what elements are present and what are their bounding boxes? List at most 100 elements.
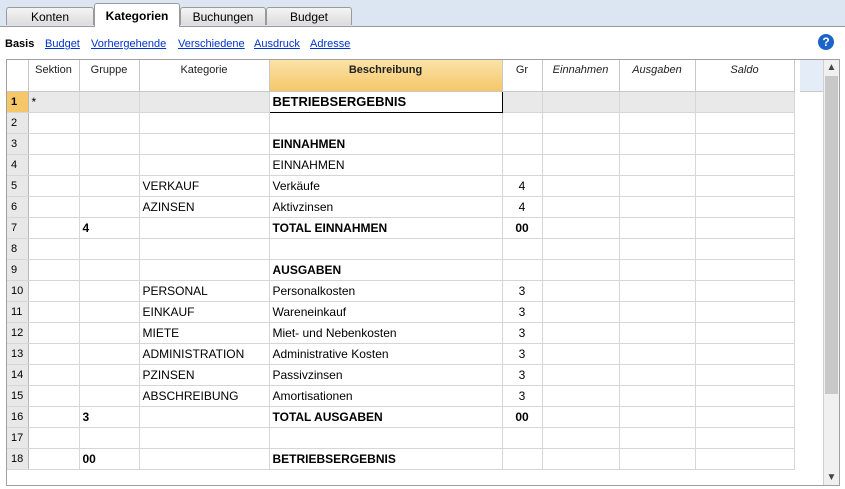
- cell-kategorie[interactable]: [139, 112, 270, 134]
- scroll-down-icon[interactable]: ▼: [824, 470, 839, 485]
- cell-kategorie[interactable]: AZINSEN: [139, 196, 270, 218]
- cell-gr[interactable]: 3: [502, 364, 543, 386]
- cell-gr[interactable]: [502, 91, 543, 113]
- cell-saldo[interactable]: [695, 175, 795, 197]
- cell-ausgaben[interactable]: [619, 448, 696, 470]
- table-row[interactable]: 17: [7, 427, 795, 449]
- row-number[interactable]: 7: [7, 217, 29, 239]
- view-link-budget[interactable]: Budget: [45, 38, 80, 50]
- table-row[interactable]: 6 AZINSEN Aktivzinsen 4: [7, 196, 795, 218]
- table-row[interactable]: 10 PERSONAL Personalkosten 3: [7, 280, 795, 302]
- cell-kategorie[interactable]: [139, 427, 270, 449]
- vertical-scrollbar[interactable]: ▲ ▼: [823, 60, 839, 485]
- cell-gruppe[interactable]: 4: [79, 217, 140, 239]
- header-gr[interactable]: Gr: [502, 60, 543, 92]
- cell-gr[interactable]: 00: [502, 217, 543, 239]
- cell-beschreibung[interactable]: Verkäufe: [269, 175, 503, 197]
- table-row[interactable]: 3 EINNAHMEN: [7, 133, 795, 155]
- cell-beschreibung[interactable]: BETRIEBSERGEBNIS: [269, 448, 503, 470]
- cell-saldo[interactable]: [695, 427, 795, 449]
- cell-kategorie[interactable]: PERSONAL: [139, 280, 270, 302]
- cell-gr[interactable]: 3: [502, 301, 543, 323]
- cell-gruppe[interactable]: [79, 91, 140, 113]
- cell-ausgaben[interactable]: [619, 364, 696, 386]
- cell-gruppe[interactable]: [79, 301, 140, 323]
- cell-kategorie[interactable]: [139, 448, 270, 470]
- tab-konten[interactable]: Konten: [6, 7, 94, 25]
- table-row[interactable]: 5 VERKAUF Verkäufe 4: [7, 175, 795, 197]
- cell-beschreibung[interactable]: AUSGABEN: [269, 259, 503, 281]
- cell-gr[interactable]: 4: [502, 196, 543, 218]
- cell-ausgaben[interactable]: [619, 343, 696, 365]
- view-link-verschiedene[interactable]: Verschiedene: [178, 38, 245, 50]
- row-number[interactable]: 5: [7, 175, 29, 197]
- cell-ausgaben[interactable]: [619, 91, 696, 113]
- row-number[interactable]: 17: [7, 427, 29, 449]
- cell-beschreibung[interactable]: Passivzinsen: [269, 364, 503, 386]
- help-icon[interactable]: ?: [818, 34, 834, 50]
- cell-gr[interactable]: 3: [502, 322, 543, 344]
- cell-einnahmen[interactable]: [542, 364, 620, 386]
- cell-beschreibung[interactable]: [269, 238, 503, 260]
- cell-gruppe[interactable]: [79, 343, 140, 365]
- cell-saldo[interactable]: [695, 217, 795, 239]
- cell-gruppe[interactable]: [79, 259, 140, 281]
- cell-einnahmen[interactable]: [542, 427, 620, 449]
- cell-einnahmen[interactable]: [542, 385, 620, 407]
- cell-gr[interactable]: [502, 259, 543, 281]
- cell-saldo[interactable]: [695, 133, 795, 155]
- cell-gr[interactable]: [502, 112, 543, 134]
- cell-beschreibung[interactable]: [269, 112, 503, 134]
- cell-einnahmen[interactable]: [542, 448, 620, 470]
- table-row[interactable]: 1 * BETRIEBSERGEBNIS: [7, 90, 795, 113]
- cell-kategorie[interactable]: ADMINISTRATION: [139, 343, 270, 365]
- header-saldo[interactable]: Saldo: [695, 60, 795, 92]
- cell-ausgaben[interactable]: [619, 154, 696, 176]
- cell-beschreibung[interactable]: EINNAHMEN: [269, 133, 503, 155]
- scroll-up-icon[interactable]: ▲: [824, 60, 839, 75]
- cell-sektion[interactable]: [28, 427, 80, 449]
- cell-kategorie[interactable]: MIETE: [139, 322, 270, 344]
- row-number[interactable]: 8: [7, 238, 29, 260]
- cell-saldo[interactable]: [695, 196, 795, 218]
- cell-einnahmen[interactable]: [542, 217, 620, 239]
- cell-beschreibung[interactable]: Administrative Kosten: [269, 343, 503, 365]
- cell-gr[interactable]: 3: [502, 280, 543, 302]
- cell-saldo[interactable]: [695, 322, 795, 344]
- cell-kategorie[interactable]: [139, 133, 270, 155]
- cell-einnahmen[interactable]: [542, 91, 620, 113]
- cell-beschreibung[interactable]: Personalkosten: [269, 280, 503, 302]
- cell-sektion[interactable]: [28, 112, 80, 134]
- cell-einnahmen[interactable]: [542, 112, 620, 134]
- cell-sektion[interactable]: [28, 364, 80, 386]
- cell-gr[interactable]: [502, 448, 543, 470]
- cell-gruppe[interactable]: 00: [79, 448, 140, 470]
- row-number[interactable]: 13: [7, 343, 29, 365]
- table-row[interactable]: 2: [7, 112, 795, 134]
- cell-sektion[interactable]: [28, 217, 80, 239]
- cell-ausgaben[interactable]: [619, 217, 696, 239]
- cell-einnahmen[interactable]: [542, 133, 620, 155]
- cell-einnahmen[interactable]: [542, 406, 620, 428]
- cell-gruppe[interactable]: [79, 196, 140, 218]
- cell-ausgaben[interactable]: [619, 238, 696, 260]
- cell-kategorie[interactable]: [139, 91, 270, 113]
- cell-sektion[interactable]: *: [28, 91, 80, 113]
- cell-gruppe[interactable]: [79, 364, 140, 386]
- cell-ausgaben[interactable]: [619, 196, 696, 218]
- cell-gr[interactable]: [502, 427, 543, 449]
- cell-kategorie[interactable]: [139, 154, 270, 176]
- cell-kategorie[interactable]: [139, 238, 270, 260]
- table-row[interactable]: 8: [7, 238, 795, 260]
- cell-saldo[interactable]: [695, 112, 795, 134]
- table-row[interactable]: 16 3 TOTAL AUSGABEN 00: [7, 406, 795, 428]
- cell-ausgaben[interactable]: [619, 301, 696, 323]
- cell-ausgaben[interactable]: [619, 427, 696, 449]
- cell-sektion[interactable]: [28, 448, 80, 470]
- table-row[interactable]: 11 EINKAUF Wareneinkauf 3: [7, 301, 795, 323]
- cell-einnahmen[interactable]: [542, 238, 620, 260]
- cell-saldo[interactable]: [695, 301, 795, 323]
- header-gruppe[interactable]: Gruppe: [79, 60, 140, 92]
- cell-gr[interactable]: 4: [502, 175, 543, 197]
- table-row[interactable]: 15 ABSCHREIBUNG Amortisationen 3: [7, 385, 795, 407]
